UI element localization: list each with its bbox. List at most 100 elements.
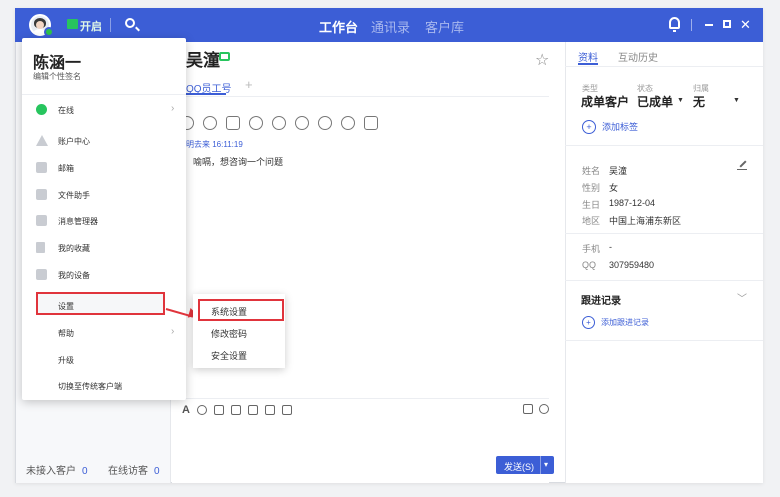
note-icon[interactable] bbox=[364, 116, 378, 130]
plus-icon: + bbox=[582, 316, 595, 329]
field-value: 中国上海浦东新区 bbox=[609, 216, 682, 226]
open-label[interactable]: 开启 bbox=[80, 18, 102, 34]
field-value: 吴潼 bbox=[609, 166, 628, 176]
add-tag-button[interactable]: + 添加标签 bbox=[582, 120, 638, 134]
home-icon[interactable] bbox=[318, 116, 332, 130]
chat-toolbar bbox=[180, 116, 378, 130]
font-icon[interactable]: A bbox=[182, 404, 190, 416]
transfer-icon[interactable] bbox=[341, 116, 355, 130]
account-icon bbox=[36, 135, 48, 146]
tab-indicator bbox=[186, 93, 226, 95]
emoji-icon[interactable] bbox=[196, 405, 207, 415]
menu-item-favorites[interactable]: 我的收藏 bbox=[22, 235, 186, 261]
maximize-icon[interactable] bbox=[723, 20, 731, 28]
top-bar: 开启 工作台 通讯录 客户库 ✕ bbox=[15, 8, 763, 42]
file-icon[interactable] bbox=[226, 116, 240, 130]
message-text: 喻嗝，想咨询一个问题 bbox=[193, 157, 284, 167]
owner-value[interactable]: 无 bbox=[693, 93, 705, 110]
online-visitors[interactable]: 在线访客 0 bbox=[108, 462, 160, 477]
submenu-security-settings[interactable]: 安全设置 bbox=[211, 349, 247, 362]
menu-item-settings[interactable]: 设置 bbox=[22, 293, 186, 319]
unassigned-customers[interactable]: 未接入客户 0 bbox=[26, 462, 88, 477]
nav-contacts[interactable]: 通讯录 bbox=[371, 17, 410, 36]
folder-icon bbox=[36, 189, 47, 200]
history-icon[interactable] bbox=[539, 404, 549, 414]
add-tab-icon[interactable]: + bbox=[245, 77, 253, 92]
message-icon bbox=[36, 215, 47, 226]
chevron-down-icon[interactable]: ▼ bbox=[677, 97, 684, 104]
send-options-button[interactable]: ▾ bbox=[540, 456, 554, 474]
device-icon bbox=[36, 269, 47, 280]
video-call-icon[interactable] bbox=[203, 116, 217, 130]
type-value[interactable]: 成单客户 bbox=[581, 93, 629, 110]
field-label: QQ bbox=[582, 260, 597, 270]
follow-up-title: 跟进记录 bbox=[581, 296, 621, 307]
quick-reply-icon[interactable] bbox=[523, 404, 533, 414]
field-label: 性别 bbox=[582, 183, 601, 193]
nav-customer-library[interactable]: 客户库 bbox=[425, 17, 464, 36]
chat-status-icon bbox=[219, 52, 230, 61]
field-label: 生日 bbox=[582, 200, 601, 210]
chat-open-icon[interactable] bbox=[67, 19, 78, 29]
menu-item-message-manager[interactable]: 消息管理器 bbox=[22, 208, 186, 234]
edit-signature[interactable]: 编辑个性签名 bbox=[33, 71, 81, 82]
nav-workbench[interactable]: 工作台 bbox=[319, 17, 358, 36]
star-icon[interactable]: ☆ bbox=[535, 50, 549, 70]
chevron-right-icon: › bbox=[171, 103, 175, 114]
close-icon[interactable]: ✕ bbox=[740, 17, 751, 33]
divider bbox=[565, 66, 763, 67]
tab-interaction-history[interactable]: 互动历史 bbox=[618, 49, 658, 64]
message-meta: 明去来 16:11:19 bbox=[186, 140, 243, 149]
field-label: 姓名 bbox=[582, 166, 601, 176]
group-icon[interactable] bbox=[295, 116, 309, 130]
profile-name: 陈涵一 bbox=[33, 55, 82, 72]
tab-profile[interactable]: 资料 bbox=[578, 49, 598, 64]
field-value: - bbox=[609, 242, 612, 252]
menu-item-switch-client[interactable]: 切换至传统客户端 bbox=[22, 373, 186, 399]
submenu-system-settings[interactable]: 系统设置 bbox=[211, 305, 247, 318]
menu-item-my-devices[interactable]: 我的设备 bbox=[22, 262, 186, 288]
menu-item-online[interactable]: 在线 › bbox=[22, 97, 186, 123]
scissors-icon[interactable] bbox=[247, 405, 258, 415]
input-toolbar: A bbox=[182, 404, 292, 416]
online-status-icon bbox=[36, 104, 47, 115]
menu-item-help[interactable]: 帮助 › bbox=[22, 320, 186, 346]
screenshot-icon[interactable] bbox=[264, 405, 275, 415]
divider bbox=[691, 19, 692, 31]
bell-icon[interactable] bbox=[669, 17, 680, 32]
divider bbox=[565, 340, 763, 341]
field-value: 女 bbox=[609, 183, 619, 193]
image-icon[interactable] bbox=[230, 405, 241, 415]
tab-indicator bbox=[578, 63, 598, 65]
menu-item-mail[interactable]: 邮箱 bbox=[22, 155, 186, 181]
menu-item-file-assistant[interactable]: 文件助手 bbox=[22, 182, 186, 208]
submenu-change-password[interactable]: 修改密码 bbox=[211, 327, 247, 340]
chevron-right-icon: › bbox=[171, 326, 175, 337]
mail-icon bbox=[36, 162, 47, 173]
divider bbox=[565, 145, 763, 146]
chat-panel bbox=[172, 42, 549, 483]
mic-icon[interactable] bbox=[213, 405, 224, 415]
minimize-icon[interactable] bbox=[705, 24, 713, 26]
chevron-down-icon[interactable]: ﹀ bbox=[737, 290, 747, 305]
contact-card-icon[interactable] bbox=[281, 405, 292, 415]
divider bbox=[110, 18, 111, 32]
field-value: 307959480 bbox=[609, 260, 655, 270]
field-value: 1987-12-04 bbox=[609, 198, 656, 208]
divider bbox=[172, 398, 549, 399]
menu-item-upgrade[interactable]: 升级 bbox=[22, 347, 186, 373]
divider bbox=[172, 96, 549, 97]
divider bbox=[565, 233, 763, 234]
add-person-icon[interactable] bbox=[272, 116, 286, 130]
plus-icon: + bbox=[582, 120, 596, 134]
edit-icon[interactable] bbox=[737, 160, 747, 170]
status-value[interactable]: 已成单 bbox=[637, 93, 673, 110]
menu-item-account-center[interactable]: 账户中心 bbox=[22, 128, 186, 154]
chevron-down-icon[interactable]: ▼ bbox=[733, 97, 740, 104]
divider bbox=[22, 94, 186, 95]
field-label: 地区 bbox=[582, 216, 601, 226]
add-follow-up-button[interactable]: + 添加跟进记录 bbox=[582, 316, 649, 329]
screen-share-icon[interactable] bbox=[249, 116, 263, 130]
bookmark-icon bbox=[36, 242, 45, 253]
search-icon[interactable] bbox=[125, 18, 135, 28]
